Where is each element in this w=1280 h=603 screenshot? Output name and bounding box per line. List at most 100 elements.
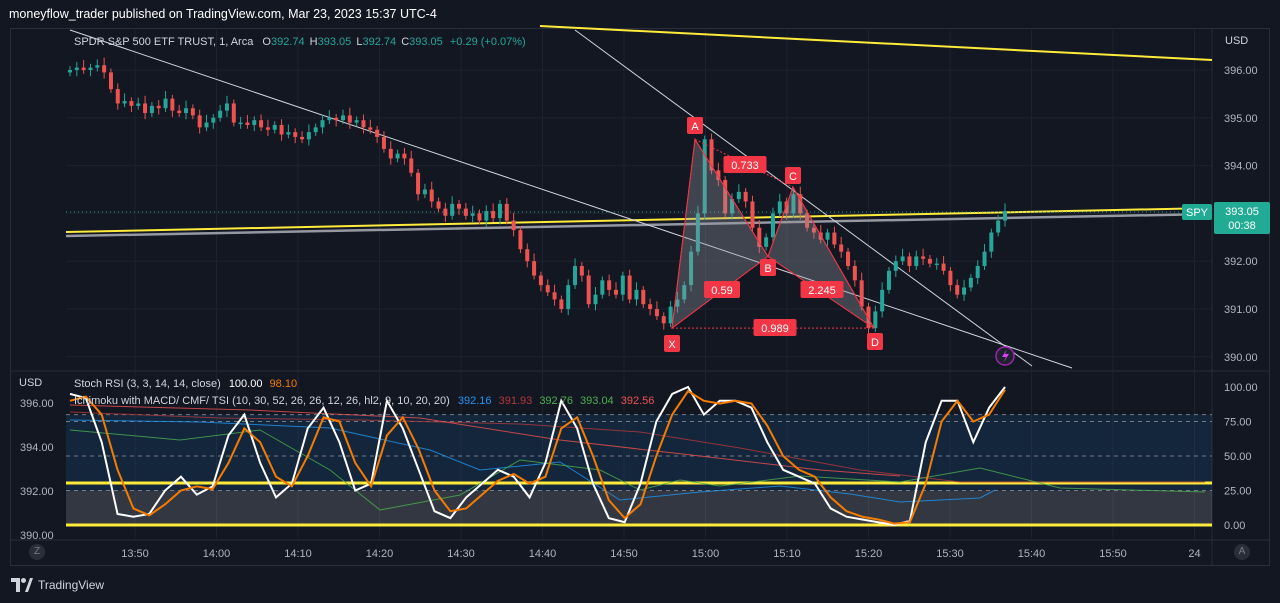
stoch-tick-label: 50.00 bbox=[1224, 451, 1252, 463]
time-tick-label: 14:30 bbox=[447, 548, 475, 560]
pattern-ratio-label: 0.989 bbox=[761, 323, 789, 335]
auto-scale-button[interactable]: A bbox=[1234, 544, 1250, 560]
candle-body bbox=[934, 263, 939, 266]
candle-body bbox=[163, 98, 168, 109]
candle-body bbox=[143, 103, 148, 114]
candle-body bbox=[627, 275, 632, 300]
candle-body bbox=[559, 299, 564, 309]
candle-body bbox=[852, 265, 857, 281]
candle-body bbox=[218, 110, 223, 118]
candle-body bbox=[170, 98, 175, 111]
ichimoku-tick-label: 392.00 bbox=[20, 486, 54, 498]
time-tick-label: 14:00 bbox=[203, 548, 231, 560]
candle-body bbox=[81, 67, 86, 70]
candle-body bbox=[286, 132, 291, 135]
candle-body bbox=[743, 191, 748, 202]
candle-body bbox=[470, 213, 475, 216]
candle-body bbox=[443, 208, 448, 216]
candle-body bbox=[491, 211, 496, 219]
candle-body bbox=[293, 132, 298, 137]
candle-body bbox=[989, 232, 994, 252]
candle-body bbox=[368, 127, 373, 130]
candle-body bbox=[245, 122, 250, 125]
stoch-title: Stoch RSI (3, 3, 14, 14, close) bbox=[74, 378, 221, 390]
candle-body bbox=[880, 289, 885, 312]
candle-body bbox=[593, 294, 598, 305]
candle-body bbox=[204, 122, 209, 128]
pattern-ratio-label: 2.245 bbox=[808, 285, 836, 297]
time-tick-label: 14:50 bbox=[610, 548, 638, 560]
trendline-white-steep bbox=[574, 29, 1033, 367]
candle-body bbox=[436, 201, 441, 209]
candle-body bbox=[532, 261, 537, 276]
timer-badge-text: 00:38 bbox=[1228, 220, 1256, 232]
candle-body bbox=[136, 103, 141, 106]
price-tick-label: 396.00 bbox=[1224, 65, 1258, 77]
pattern-point-label: B bbox=[764, 263, 771, 275]
pattern-ratio-label: 0.59 bbox=[711, 285, 732, 297]
candle-body bbox=[361, 120, 366, 128]
candle-body bbox=[525, 249, 530, 262]
candle-body bbox=[88, 67, 93, 70]
chart-canvas[interactable]: 396.00395.00394.00393.00392.00391.00390.… bbox=[0, 0, 1280, 566]
ichimoku-value-2: 391.93 bbox=[498, 395, 533, 407]
candle-body bbox=[921, 256, 926, 259]
candle-body bbox=[429, 189, 434, 202]
candle-body bbox=[859, 280, 864, 307]
candle-body bbox=[941, 263, 946, 271]
trendline-yellow-top bbox=[539, 25, 1213, 61]
pattern-point-label: A bbox=[691, 121, 699, 133]
price-tick-label: 394.00 bbox=[1224, 161, 1258, 173]
low-value: 392.74 bbox=[362, 36, 397, 48]
stoch-tick-label: 0.00 bbox=[1224, 520, 1245, 532]
candle-body bbox=[306, 132, 311, 140]
brand-text: TradingView bbox=[38, 578, 105, 592]
time-tick-label: 15:10 bbox=[773, 548, 801, 560]
close-label: C bbox=[401, 36, 410, 48]
candle-body bbox=[129, 101, 134, 106]
candle-body bbox=[914, 256, 919, 266]
candle-body bbox=[975, 265, 980, 278]
candle-body bbox=[177, 110, 182, 114]
candle-body bbox=[190, 108, 195, 116]
time-tick-label: 15:00 bbox=[692, 548, 720, 560]
candle-body bbox=[538, 275, 543, 286]
candle-body bbox=[497, 203, 502, 219]
candle-body bbox=[68, 70, 72, 73]
ichimoku-value-5: 392.56 bbox=[620, 395, 655, 407]
symbol-title: SPDR S&P 500 ETF TRUST, 1, Arca bbox=[74, 36, 254, 48]
zoom-reset-button[interactable]: Z bbox=[29, 544, 45, 560]
time-tick-label: 14:10 bbox=[284, 548, 312, 560]
candle-body bbox=[873, 311, 878, 329]
price-tick-label: 391.00 bbox=[1224, 304, 1258, 316]
time-tick-label: 15:30 bbox=[936, 548, 964, 560]
candle-body bbox=[402, 153, 407, 159]
candle-body bbox=[272, 124, 277, 130]
candle-body bbox=[962, 287, 967, 295]
ichimoku-value-4: 393.04 bbox=[580, 395, 614, 407]
candle-body bbox=[1003, 211, 1007, 221]
candle-body bbox=[927, 258, 932, 264]
tradingview-logo-icon bbox=[11, 578, 33, 592]
candle-body bbox=[839, 244, 844, 252]
candle-body bbox=[661, 316, 666, 324]
candle-body bbox=[416, 172, 421, 195]
candle-body bbox=[354, 120, 359, 123]
candle-body bbox=[334, 117, 339, 121]
change-value: +0.29 (+0.07%) bbox=[449, 36, 526, 48]
price-tick-label: 390.00 bbox=[1224, 352, 1258, 364]
candle-body bbox=[156, 105, 161, 109]
candle-body bbox=[634, 289, 639, 300]
candle-body bbox=[463, 208, 468, 216]
candle-body bbox=[579, 265, 584, 276]
candle-body bbox=[279, 124, 284, 135]
ichimoku-tick-label: 396.00 bbox=[20, 398, 54, 410]
candle-body bbox=[607, 280, 612, 290]
candle-body bbox=[982, 251, 987, 266]
price-tick-label: 392.00 bbox=[1224, 256, 1258, 268]
candle-body bbox=[641, 289, 646, 305]
candle-body bbox=[764, 237, 769, 247]
candle-body bbox=[149, 105, 154, 114]
candle-body bbox=[259, 120, 264, 128]
candle-body bbox=[122, 101, 127, 104]
